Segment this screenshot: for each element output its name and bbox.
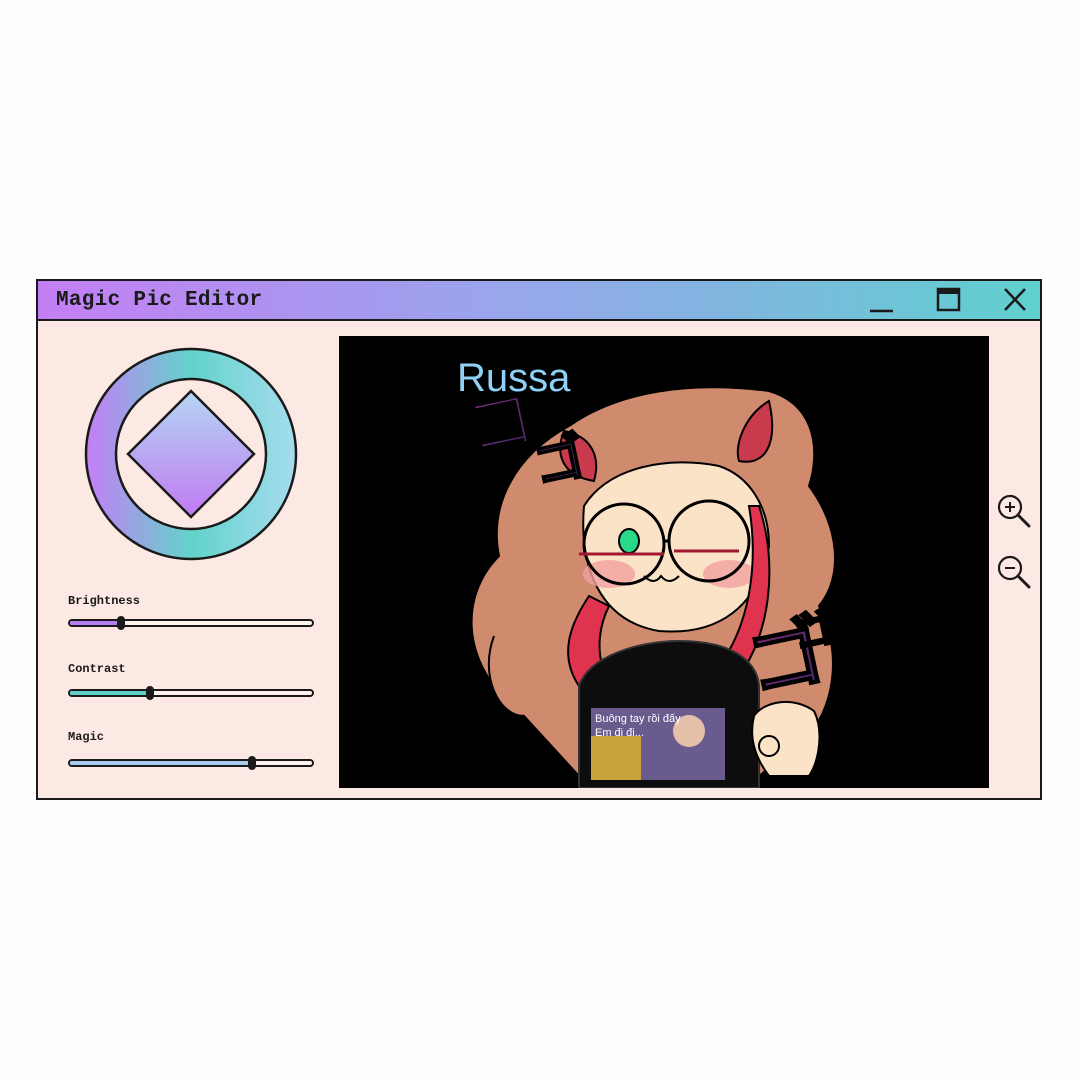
window-title: Magic Pic Editor	[56, 289, 263, 312]
contrast-slider[interactable]	[68, 686, 314, 700]
shirt-caption-line2: Em đi đi...	[595, 727, 644, 739]
title-bar[interactable]: Magic Pic Editor	[38, 281, 1040, 321]
editor-window: Magic Pic Editor Brightness Contrast Mag…	[36, 279, 1042, 800]
magic-slider[interactable]	[68, 756, 314, 770]
close-button[interactable]	[998, 285, 1032, 315]
close-icon	[1004, 288, 1026, 311]
magic-label: Magic	[68, 730, 105, 744]
maximize-button[interactable]	[931, 285, 965, 315]
zoom-in-button[interactable]	[996, 493, 1032, 529]
contrast-thumb[interactable]	[145, 686, 154, 700]
image-canvas[interactable]: Buông tay rồi đấy Em đi đi... ゴ ゴ ゴ ゴ Ru…	[339, 336, 989, 788]
brightness-slider[interactable]	[68, 616, 314, 630]
zoom-out-button[interactable]	[996, 554, 1032, 590]
brightness-fill	[70, 621, 121, 625]
svg-text:ゴ: ゴ	[789, 605, 838, 658]
minimize-icon	[870, 309, 893, 313]
contrast-label: Contrast	[68, 662, 126, 676]
magic-fill	[70, 761, 252, 765]
magic-thumb[interactable]	[247, 756, 256, 770]
brightness-label: Brightness	[68, 594, 141, 608]
artwork-image: Buông tay rồi đấy Em đi đi... ゴ ゴ ゴ ゴ Ru…	[457, 356, 839, 788]
contrast-fill	[70, 691, 150, 695]
minimize-button[interactable]	[864, 285, 898, 315]
zoom-in-icon	[997, 494, 1031, 528]
shirt-caption-line1: Buông tay rồi đấy	[595, 713, 681, 725]
maximize-icon	[936, 287, 961, 312]
corner-text: Russa	[457, 356, 571, 400]
brightness-thumb[interactable]	[116, 616, 125, 630]
zoom-out-icon	[997, 555, 1031, 589]
color-wheel[interactable]	[84, 347, 298, 561]
